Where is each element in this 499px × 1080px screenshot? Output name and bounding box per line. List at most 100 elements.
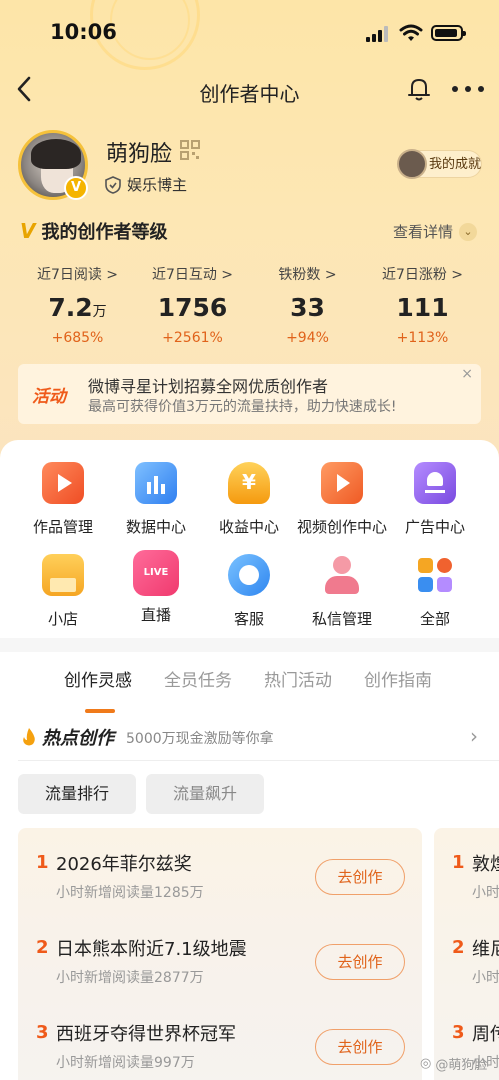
tool-service[interactable]: 客服 <box>199 554 299 629</box>
status-bar: 10:06 <box>0 0 499 60</box>
stat-label: 近7日互动 > <box>151 267 234 283</box>
stat-change: +2561% <box>162 330 223 346</box>
tool-messages[interactable]: 私信管理 <box>292 554 392 629</box>
chevron-down-icon: ⌄ <box>459 222 478 241</box>
weibo-logo-icon: ◎ <box>420 1056 432 1071</box>
stat-change: +685% <box>51 330 104 346</box>
battery-icon <box>431 25 466 41</box>
all-icon <box>414 554 456 596</box>
tool-label: 数据中心 <box>125 518 186 536</box>
verified-badge-icon: V <box>64 176 88 200</box>
list-item[interactable]: 3 西班牙夺得世界杯冠军 小时新增阅读量997万 去创作 <box>18 1002 422 1080</box>
category-label: 娱乐博主 <box>127 176 188 194</box>
go-create-button[interactable]: 去创作 <box>315 1029 405 1065</box>
tool-label: 收益中心 <box>218 518 279 536</box>
tool-shop[interactable]: 小店 <box>13 554 113 629</box>
level-title: 我的创作者等级 <box>41 222 168 243</box>
tool-live[interactable]: LIVE 直播 <box>106 550 206 625</box>
hot-creation-subtitle: 5000万现金激励等你拿 <box>126 731 274 747</box>
works-icon <box>42 462 84 504</box>
stat-interactions[interactable]: 近7日互动 > 1756 +2561% <box>135 264 250 346</box>
qr-code-icon[interactable] <box>180 140 200 160</box>
tab-bar: 创作灵感 全员任务 热门活动 创作指南 <box>0 666 499 713</box>
stats-row: 近7日阅读 > 7.2万 +685% 近7日互动 > 1756 +2561% 铁… <box>20 264 480 350</box>
tool-label: 客服 <box>233 610 264 628</box>
stat-value: 33 <box>290 293 325 322</box>
list-item[interactable]: 2 维尼 小时 <box>434 917 499 997</box>
topic-reads: 小时新增阅读量997万 <box>56 1055 195 1071</box>
tab-tasks[interactable]: 全员任务 <box>164 666 232 691</box>
stat-reads[interactable]: 近7日阅读 > 7.2万 +685% <box>20 264 135 346</box>
tab-inspiration[interactable]: 创作灵感 <box>64 666 132 691</box>
tool-video[interactable]: 视频创作中心 <box>292 462 392 537</box>
view-details-label: 查看详情 <box>393 223 454 241</box>
tool-income[interactable]: ¥ 收益中心 <box>199 462 299 537</box>
rank-number: 3 <box>36 1022 49 1043</box>
topic-title: 西班牙夺得世界杯冠军 <box>56 1024 236 1045</box>
chevron-right-icon[interactable]: › <box>470 724 478 748</box>
rank-number: 1 <box>36 852 49 873</box>
stat-label: 铁粉数 > <box>278 267 337 283</box>
cellular-signal-icon <box>366 26 390 42</box>
topic-reads: 小时新增阅读量2877万 <box>56 970 204 986</box>
rank-number: 1 <box>452 852 465 873</box>
achievement-button[interactable]: 我的成就 <box>397 149 482 179</box>
view-details-link[interactable]: 查看详情 ⌄ <box>393 221 478 242</box>
go-create-button[interactable]: 去创作 <box>315 859 405 895</box>
stat-value: 7.2万 <box>48 293 107 322</box>
creator-level-heading: V 我的创作者等级 <box>20 218 167 244</box>
hot-creation-title: 热点创作 <box>20 724 114 750</box>
yen-icon: ¥ <box>228 462 270 504</box>
more-icon[interactable] <box>448 74 488 104</box>
tool-label: 小店 <box>47 610 78 628</box>
watermark: ◎ @萌狗脸 <box>420 1056 488 1073</box>
service-icon <box>228 554 270 596</box>
tool-label: 作品管理 <box>32 518 93 536</box>
topic-title: 敦煌 <box>472 854 499 875</box>
tab-guide[interactable]: 创作指南 <box>364 666 432 691</box>
topic-title: 2026年菲尔兹奖 <box>56 854 192 875</box>
topic-title: 周传 <box>472 1024 499 1045</box>
stat-change: +113% <box>396 330 449 346</box>
rank-number: 3 <box>452 1022 465 1043</box>
stat-iron-fans[interactable]: 铁粉数 > 33 +94% <box>250 264 365 346</box>
tool-works[interactable]: 作品管理 <box>13 462 113 537</box>
inspiration-section: 创作灵感 全员任务 热门活动 创作指南 热点创作 5000万现金激励等你拿 › … <box>0 652 499 1080</box>
rank-number: 2 <box>452 937 465 958</box>
rank-number: 2 <box>36 937 49 958</box>
activity-banner[interactable]: 活动 微博寻星计划招募全网优质创作者 最高可获得价值3万元的流量扶持，助力快速成… <box>18 364 481 424</box>
tool-label: 广告中心 <box>404 518 465 536</box>
close-icon[interactable]: × <box>461 366 473 382</box>
chip-traffic-surge[interactable]: 流量飙升 <box>146 774 264 814</box>
list-item[interactable]: 1 2026年菲尔兹奖 小时新增阅读量1285万 去创作 <box>18 832 422 912</box>
video-icon <box>321 462 363 504</box>
tab-events[interactable]: 热门活动 <box>264 666 332 691</box>
list-item[interactable]: 1 敦煌 小时 <box>434 832 499 912</box>
tool-all[interactable]: 全部 <box>385 554 485 629</box>
topic-reads: 小时 <box>472 885 499 901</box>
topic-title: 日本熊本附近7.1级地震 <box>56 939 247 960</box>
tab-indicator <box>85 709 115 713</box>
nav-bar: 创作者中心 <box>0 66 499 112</box>
achievement-label: 我的成就 <box>429 157 482 172</box>
divider <box>18 760 499 761</box>
ad-icon <box>414 462 456 504</box>
tool-ads[interactable]: 广告中心 <box>385 462 485 537</box>
tool-label: 视频创作中心 <box>296 518 387 536</box>
go-create-button[interactable]: 去创作 <box>315 944 405 980</box>
achievement-icon <box>397 149 427 179</box>
tool-label: 直播 <box>140 606 171 624</box>
stat-label: 近7日涨粉 > <box>381 267 464 283</box>
stat-label: 近7日阅读 > <box>36 267 119 283</box>
list-item[interactable]: 2 日本熊本附近7.1级地震 小时新增阅读量2877万 去创作 <box>18 917 422 997</box>
topic-reads: 小时 <box>472 970 499 986</box>
message-icon <box>321 554 363 596</box>
stat-new-fans[interactable]: 近7日涨粉 > 111 +113% <box>365 264 480 346</box>
wifi-icon <box>399 24 423 41</box>
tool-label: 私信管理 <box>311 610 372 628</box>
bell-icon[interactable] <box>404 74 434 104</box>
tool-data[interactable]: 数据中心 <box>106 462 206 537</box>
shield-icon <box>105 175 121 194</box>
chip-traffic-rank[interactable]: 流量排行 <box>18 774 136 814</box>
tool-label: 全部 <box>419 610 450 628</box>
